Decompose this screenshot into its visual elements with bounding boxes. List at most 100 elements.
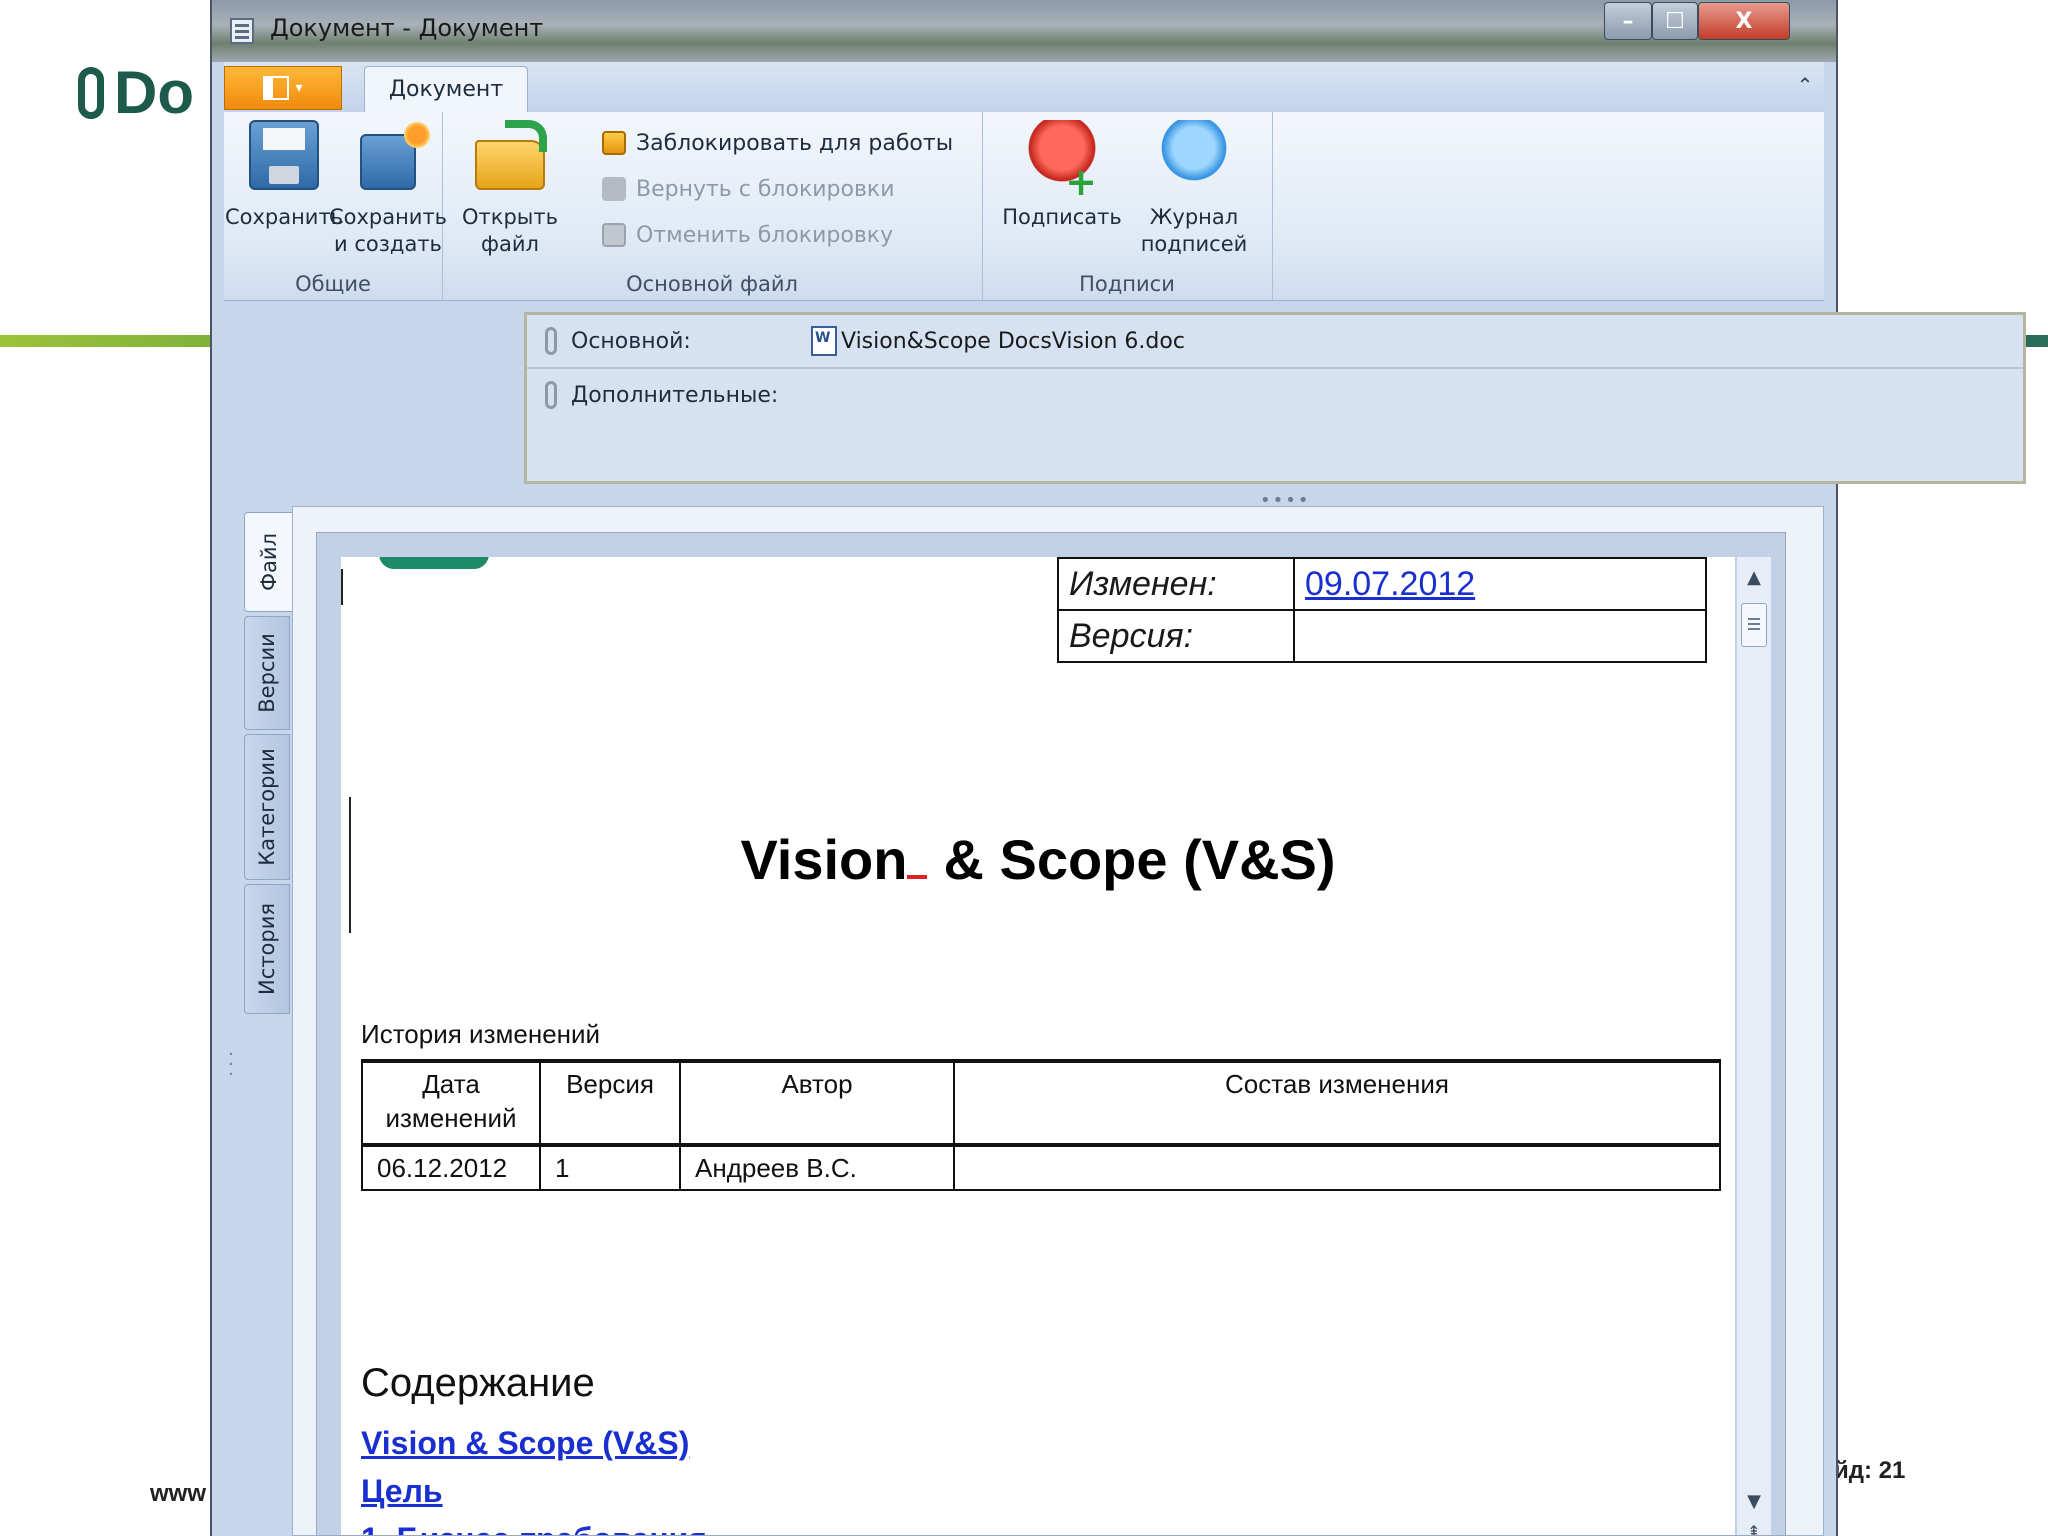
side-tab-categories-label: Категории: [255, 748, 279, 866]
close-button[interactable]: X: [1698, 2, 1790, 40]
save-and-create-button[interactable]: Сохранить и создать: [328, 120, 448, 258]
unlock-icon: [602, 223, 626, 247]
column-header: Состав изменения: [953, 1059, 1721, 1147]
table-cell: 06.12.2012: [361, 1144, 541, 1191]
window-title: Документ - Документ: [270, 14, 544, 42]
meta-key: Изменен:: [1057, 557, 1295, 611]
slide-logo-text: Do: [114, 59, 194, 126]
minimize-button[interactable]: –: [1604, 2, 1652, 40]
document-view-icon: [263, 76, 290, 100]
ribbon-group-signatures: Подписать Журнал подписей Подписи: [982, 112, 1273, 300]
text-cursor: [341, 569, 343, 605]
table-cell: [953, 1144, 1721, 1191]
ribbon-tab-row: ▾ Документ ⌃: [224, 62, 1824, 113]
collapse-ribbon-icon[interactable]: ⌃: [1792, 72, 1818, 98]
side-tab-versions[interactable]: Версии: [244, 616, 290, 730]
open-folder-icon: [475, 120, 547, 190]
signature-journal-label-2: подписей: [1140, 232, 1248, 256]
tab-document[interactable]: Документ: [364, 66, 528, 113]
scroll-up-arrow-icon[interactable]: ▲: [1737, 563, 1771, 593]
document-title: Vision & Scope (V&S): [341, 827, 1735, 892]
paperclip-logo-icon: [78, 66, 104, 119]
scroll-down-arrow-icon[interactable]: ▼: [1737, 1487, 1771, 1517]
toc-link[interactable]: Цель: [361, 1473, 443, 1510]
toc-title: Содержание: [361, 1361, 595, 1405]
ribbon: Сохранить Сохранить и создать Общие Откр…: [224, 112, 1824, 301]
spellcheck-mark: [907, 827, 928, 879]
meta-key: Версия:: [1057, 609, 1295, 663]
vertical-scrollbar[interactable]: ▲ ▼ ⇞: [1737, 557, 1771, 1535]
title-bar[interactable]: Документ - Документ – ☐ X: [212, 0, 1836, 62]
page-logo: [379, 557, 489, 569]
history-table: Дата изменений Версия Автор Состав измен…: [361, 1059, 1721, 1191]
column-header: Версия: [539, 1059, 681, 1147]
main-file-label: Основной:: [571, 328, 691, 354]
signature-journal-label-1: Журнал: [1149, 205, 1239, 229]
table-row: 06.12.2012 1 Андреев В.С.: [361, 1144, 1721, 1191]
signature-journal-button[interactable]: Журнал подписей: [1134, 120, 1254, 258]
main-file-row: Основной: Vision&Scope DocsVision 6.doc: [527, 315, 2023, 369]
ribbon-badge-icon: [1159, 120, 1229, 190]
sign-button[interactable]: Подписать: [1002, 120, 1122, 231]
return-from-lock-label: Вернуть с блокировки: [636, 176, 895, 202]
maximize-button[interactable]: ☐: [1652, 2, 1698, 40]
side-tab-file[interactable]: Файл: [244, 512, 294, 612]
table-row: Версия:: [1057, 609, 1707, 663]
extra-files-row: Дополнительные:: [527, 369, 2023, 421]
chevron-down-icon: ▾: [295, 80, 303, 96]
cancel-lock-button[interactable]: Отменить блокировку: [602, 218, 893, 252]
table-cell: Андреев В.С.: [679, 1144, 955, 1191]
slide-number: йд: 21: [1834, 1457, 1906, 1484]
paperclip-icon: [545, 381, 557, 409]
floppy-disk-icon: [249, 120, 319, 190]
lock-for-work-button[interactable]: Заблокировать для работы: [602, 126, 953, 160]
lock-icon: [602, 131, 626, 155]
table-cell: 1: [539, 1144, 681, 1191]
paperclip-icon: [545, 327, 557, 355]
sign-label: Подписать: [1002, 205, 1122, 229]
document-title-part-1: Vision: [740, 828, 908, 891]
save-new-icon: [360, 120, 432, 190]
document-meta-table: Изменен: 09.07.2012 Версия:: [1057, 557, 1707, 663]
toc-link[interactable]: Vision & Scope (V&S): [361, 1425, 689, 1462]
column-header: Автор: [679, 1059, 955, 1147]
side-tab-categories[interactable]: Категории: [244, 734, 290, 880]
open-file-label-2: файл: [481, 232, 539, 256]
word-document-icon: [811, 326, 837, 356]
previous-page-icon[interactable]: ⇞: [1737, 1519, 1771, 1535]
left-splitter-grip[interactable]: · · ·: [228, 1046, 234, 1084]
side-tab-file-label: Файл: [257, 532, 281, 592]
side-tab-history[interactable]: История: [244, 884, 290, 1014]
ribbon-group-general: Сохранить Сохранить и создать Общие: [224, 112, 447, 300]
group-label-main-file: Основной файл: [626, 272, 798, 296]
document-viewer[interactable]: Изменен: 09.07.2012 Версия: Vision & Scop…: [316, 532, 1786, 1536]
slide-footer-left: www: [150, 1480, 207, 1507]
main-file-link[interactable]: Vision&Scope DocsVision 6.doc: [841, 329, 1185, 354]
toc-link[interactable]: 1. Бизнес-требования: [361, 1521, 707, 1535]
app-menu-button[interactable]: ▾: [224, 66, 342, 110]
scroll-thumb[interactable]: [1741, 603, 1767, 647]
group-label-general: Общие: [295, 272, 371, 296]
history-caption: История изменений: [361, 1019, 601, 1049]
open-file-button[interactable]: Открыть файл: [450, 120, 570, 258]
meta-value: [1293, 609, 1707, 663]
open-file-label-1: Открыть: [462, 205, 558, 229]
sign-seal-icon: [1027, 120, 1097, 196]
modified-date-link[interactable]: 09.07.2012: [1305, 565, 1475, 603]
lock-for-work-label: Заблокировать для работы: [636, 130, 954, 156]
save-label: Сохранить: [224, 205, 344, 229]
window-app-icon[interactable]: [230, 18, 254, 44]
extra-files-label: Дополнительные:: [571, 382, 779, 408]
document-page: Изменен: 09.07.2012 Версия: Vision & Scop…: [341, 557, 1735, 1535]
document-title-part-2: & Scope (V&S): [943, 828, 1336, 891]
table-header-row: Дата изменений Версия Автор Состав измен…: [361, 1059, 1721, 1147]
ribbon-group-main-file: Открыть файл Заблокировать для работы Ве…: [442, 112, 983, 300]
save-and-create-label-2: и создать: [334, 232, 442, 256]
return-from-lock-button[interactable]: Вернуть с блокировки: [602, 172, 895, 206]
document-window: Документ - Документ – ☐ X ▾ Документ ⌃ С…: [212, 0, 2026, 1536]
slide-logo: Do: [78, 58, 194, 127]
save-and-create-label-1: Сохранить: [328, 205, 448, 229]
attachments-panel: Основной: Vision&Scope DocsVision 6.doc …: [524, 312, 2026, 484]
side-tab-versions-label: Версии: [255, 633, 279, 713]
save-button[interactable]: Сохранить: [224, 120, 344, 231]
